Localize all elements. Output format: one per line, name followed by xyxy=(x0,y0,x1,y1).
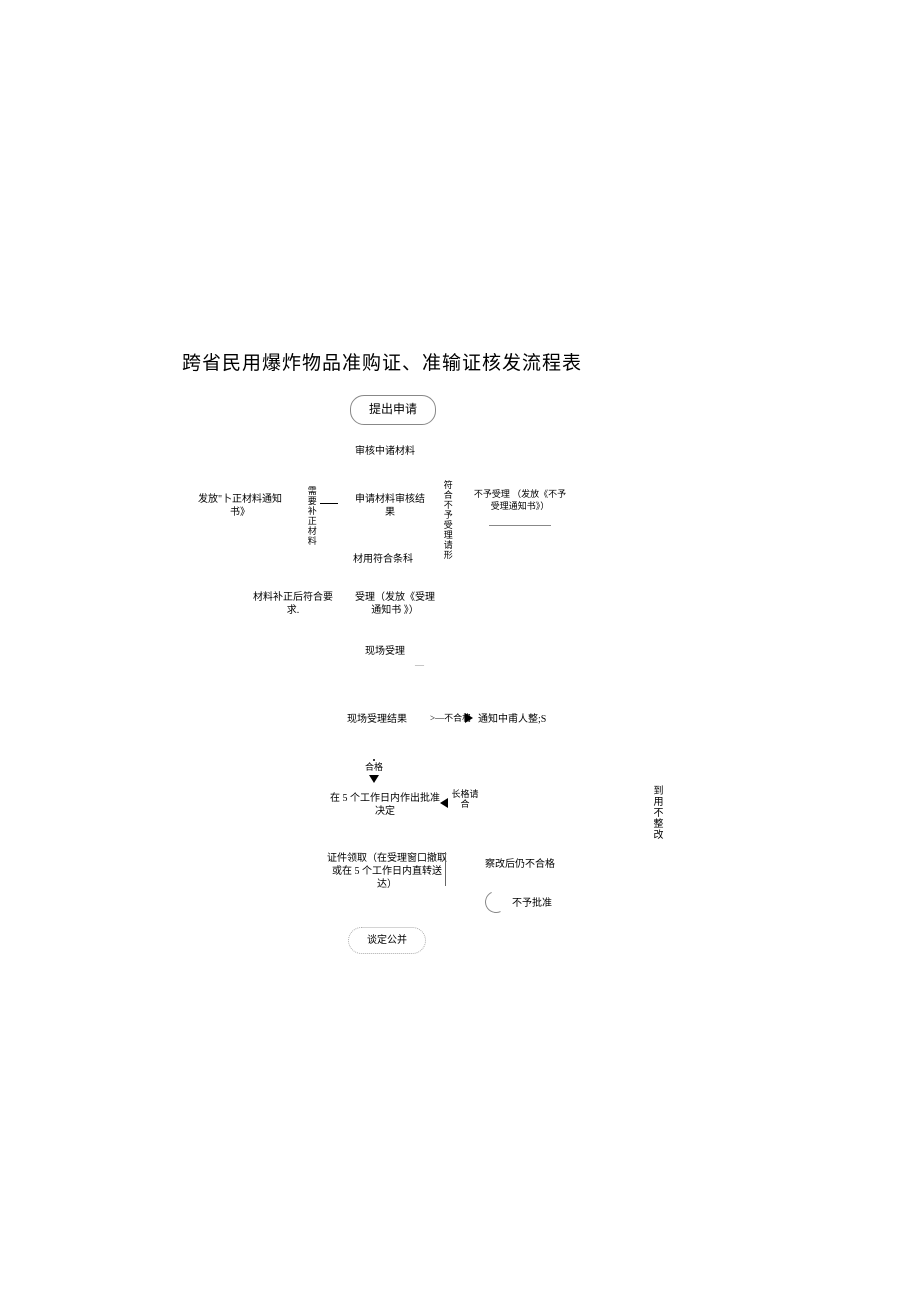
review-materials: 审核中诸材料 xyxy=(355,445,415,458)
after-correction: 材料补正后符合要求. xyxy=(253,591,333,617)
need-supplement: 需要补正材料 xyxy=(305,486,317,546)
accept-node: 受理（发放《受理通知书 》） xyxy=(355,591,435,617)
onsite-accept: 现场受理 xyxy=(365,645,405,658)
publish-node: 谈定公并 xyxy=(348,927,426,954)
arrow-left-icon xyxy=(440,798,448,808)
notify-rectify: 通知中甫人整;S xyxy=(478,713,546,726)
still-fail: 察改后仍不合格 xyxy=(485,858,555,871)
vline-icon xyxy=(445,852,446,886)
not-accept: 不予受理 （发放《不予受理通知书》） xyxy=(470,489,570,512)
page-title: 跨省民用爆炸物品准购证、准输证核发流程表 xyxy=(182,348,582,375)
onsite-result: 现场受理结果 xyxy=(347,713,407,726)
arrow-right-icon xyxy=(465,713,473,723)
not-accept-case: 符合不予受理请形 xyxy=(441,480,453,560)
curve-icon xyxy=(482,888,510,916)
issue-correction-notice: 发放"卜正材料通知书》 xyxy=(195,493,285,519)
arrow-down-icon xyxy=(369,775,379,783)
cert-collect: 证件领取（在受理窗口撤取或在 5 个工作日内直转送达） xyxy=(327,852,447,891)
not-approve: 不予批准 xyxy=(512,897,552,910)
qualified-request: 长格请合 xyxy=(450,790,480,810)
dash-mark: — xyxy=(415,660,424,672)
pass-label: 合格 xyxy=(365,762,383,774)
dot-icon xyxy=(373,759,375,761)
material-ok: 材用符合条科 xyxy=(353,553,413,566)
start-node: 提出申请 xyxy=(350,395,436,425)
material-review-result: 申请材料审核结果 xyxy=(355,493,425,519)
refuse-rectify: 到用不整改 xyxy=(650,785,663,840)
decision-node: 在 5 个工作日内作出批准决定 xyxy=(330,792,440,818)
